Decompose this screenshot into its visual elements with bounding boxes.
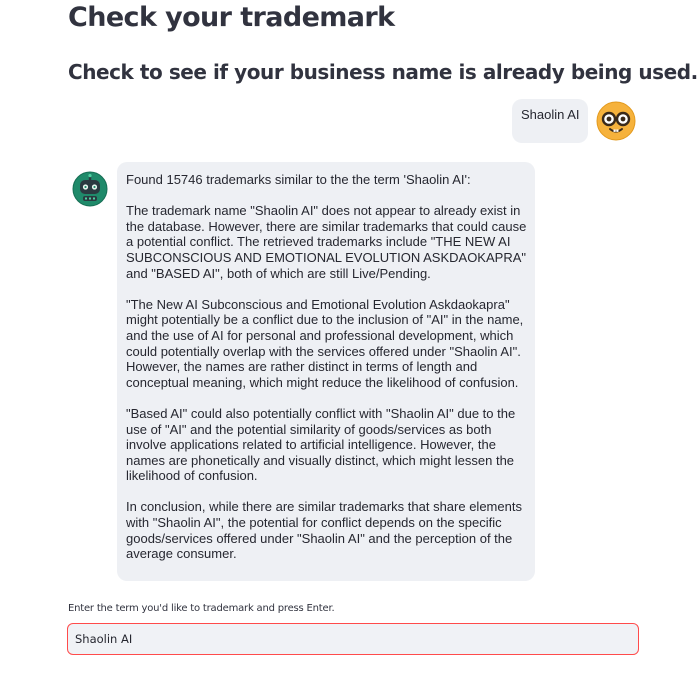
page-title: Check your trademark	[68, 2, 395, 33]
robot-avatar-icon	[72, 171, 108, 207]
trademark-input-label: Enter the term you'd like to trademark a…	[68, 603, 335, 614]
assistant-message-paragraph: The trademark name "Shaolin AI" does not…	[126, 203, 527, 281]
nerd-face-emoji-icon	[596, 101, 636, 141]
assistant-message-paragraph: "Based AI" could also potentially confli…	[126, 405, 516, 484]
user-message-bubble: Shaolin AI	[512, 99, 588, 143]
trademark-input[interactable]	[67, 623, 639, 655]
page-subtitle: Check to see if your business name is al…	[68, 60, 697, 84]
user-message-text: Shaolin AI	[521, 107, 580, 122]
assistant-message-paragraph: Found 15746 trademarks similar to the th…	[126, 172, 471, 187]
assistant-message-bubble: Found 15746 trademarks similar to the th…	[117, 162, 535, 581]
assistant-message-paragraph: In conclusion, while there are similar t…	[126, 499, 522, 562]
assistant-message-paragraph: "The New AI Subconscious and Emotional E…	[126, 296, 524, 390]
